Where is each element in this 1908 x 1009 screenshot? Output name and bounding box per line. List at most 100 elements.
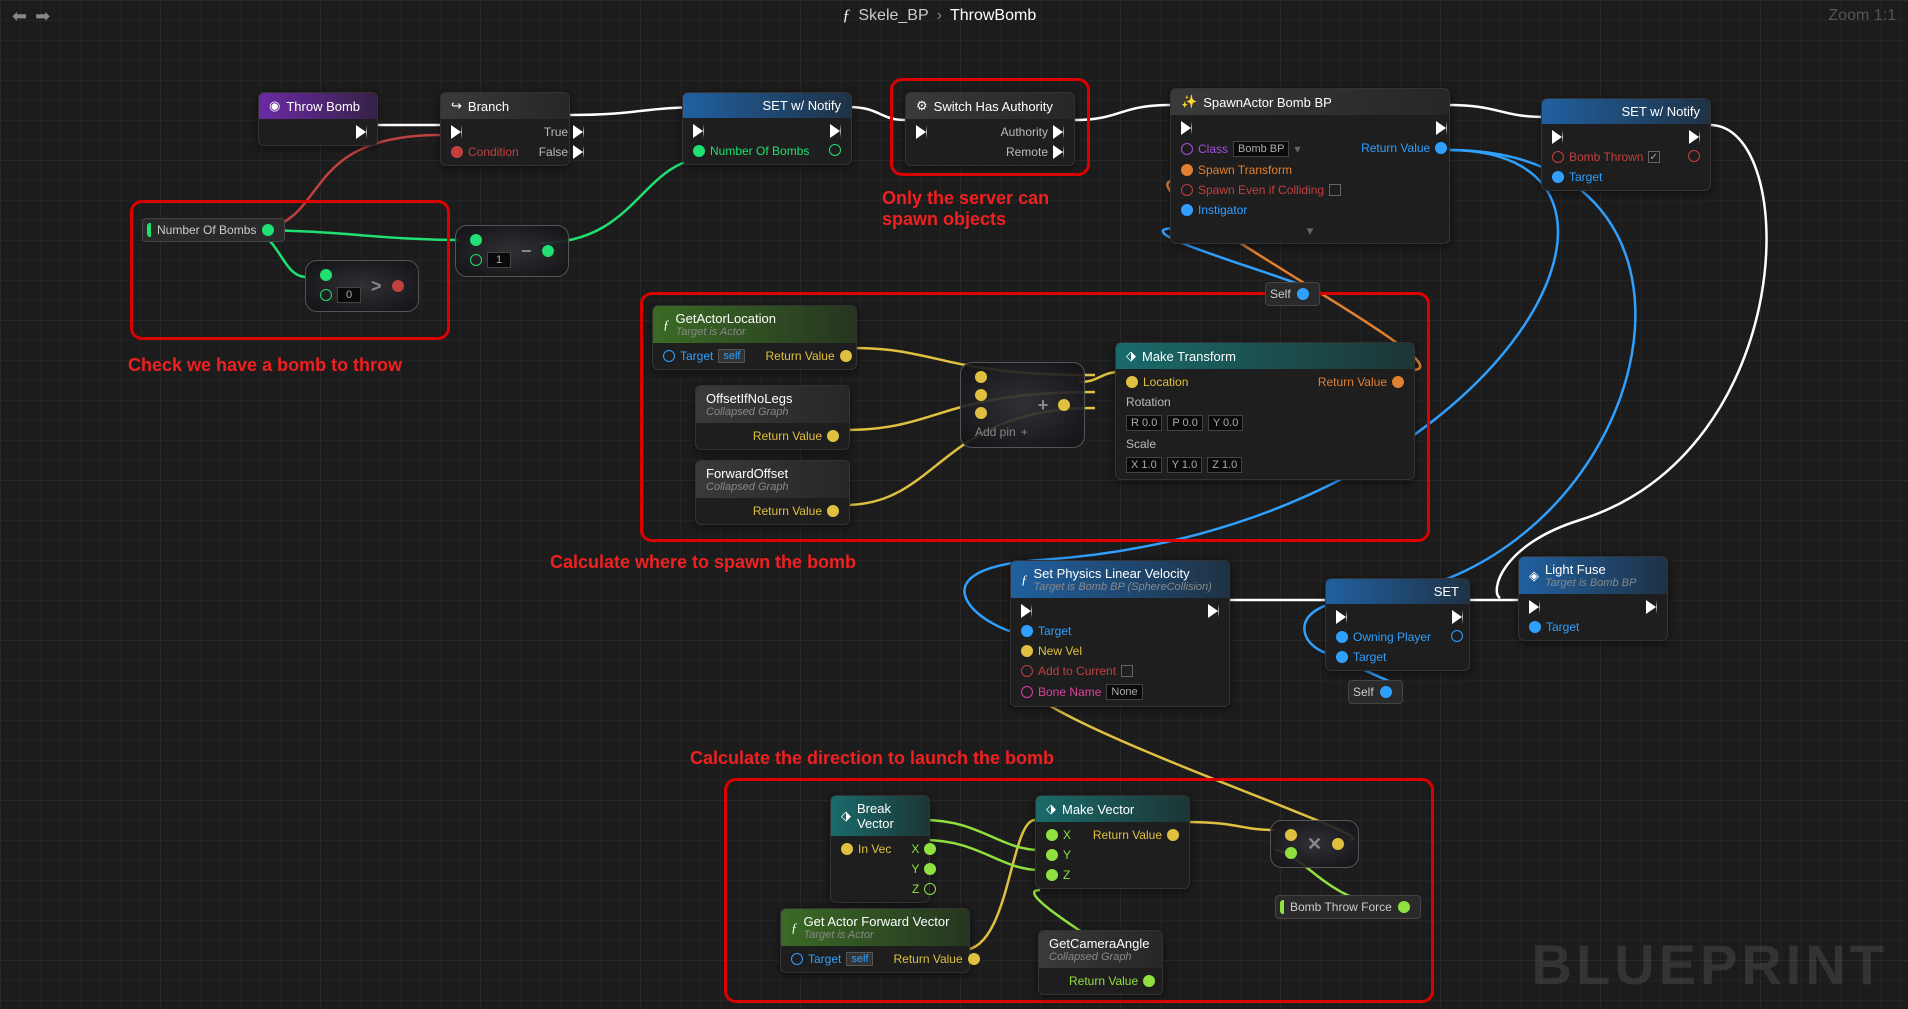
- result-pin[interactable]: [1058, 399, 1070, 411]
- node-spawn-actor[interactable]: ✨SpawnActor Bomb BP ClassBomb BP▾ Spawn …: [1170, 88, 1450, 244]
- location-pin[interactable]: [1126, 376, 1138, 388]
- node-make-transform[interactable]: ⬗Make Transform Location Rotation R 0.0P…: [1115, 342, 1415, 480]
- value-input[interactable]: 0.0: [1223, 417, 1238, 429]
- exec-out-pin[interactable]: [1646, 600, 1657, 614]
- x-pin[interactable]: [924, 843, 936, 855]
- checkbox[interactable]: [1121, 665, 1133, 677]
- node-light-fuse[interactable]: ◈Light FuseTarget is Bomb BP Target: [1518, 556, 1668, 641]
- output-pin[interactable]: [262, 224, 274, 236]
- value-input[interactable]: 1.0: [1141, 459, 1156, 471]
- bool-pin[interactable]: [1552, 151, 1564, 163]
- return-pin[interactable]: [827, 505, 839, 517]
- value-input[interactable]: 0.0: [1183, 417, 1198, 429]
- z-pin[interactable]: [924, 883, 936, 895]
- exec-in-pin[interactable]: [1529, 600, 1540, 614]
- exec-in-pin[interactable]: [1336, 610, 1347, 624]
- node-set-owning-player[interactable]: SET Owning Player Target: [1325, 578, 1470, 671]
- exec-in-pin[interactable]: [1552, 130, 1563, 144]
- addtocurrent-pin[interactable]: [1021, 665, 1033, 677]
- return-pin[interactable]: [968, 953, 980, 965]
- expand-icon[interactable]: ▾: [1171, 223, 1449, 243]
- var-number-of-bombs[interactable]: Number Of Bombs: [142, 218, 285, 242]
- in-pin[interactable]: [975, 371, 987, 383]
- node-get-actor-location[interactable]: ƒGetActorLocationTarget is Actor Targets…: [652, 305, 857, 370]
- exec-out-pin[interactable]: [1436, 121, 1447, 135]
- target-pin[interactable]: [1336, 651, 1348, 663]
- exec-remote-pin[interactable]: [1053, 145, 1064, 159]
- a-pin[interactable]: [320, 269, 332, 281]
- input-pin[interactable]: [693, 145, 705, 157]
- exec-out-pin[interactable]: [356, 125, 367, 139]
- node-multiply[interactable]: ✕: [1270, 820, 1359, 868]
- out-pin[interactable]: [1688, 150, 1700, 162]
- return-pin[interactable]: [1167, 829, 1179, 841]
- exec-out-pin[interactable]: [1208, 604, 1219, 618]
- value-input[interactable]: None: [1106, 684, 1142, 700]
- invec-pin[interactable]: [841, 843, 853, 855]
- a-pin[interactable]: [470, 234, 482, 246]
- exec-in-pin[interactable]: [693, 124, 704, 138]
- node-offset-if-no-legs[interactable]: OffsetIfNoLegsCollapsed Graph Return Val…: [695, 385, 850, 450]
- colliding-pin[interactable]: [1181, 184, 1193, 196]
- node-add-vectors[interactable]: Add pin + +: [960, 362, 1085, 448]
- owningplayer-pin[interactable]: [1336, 631, 1348, 643]
- var-bomb-throw-force[interactable]: Bomb Throw Force: [1275, 895, 1421, 919]
- target-pin[interactable]: [1021, 625, 1033, 637]
- node-get-camera-angle[interactable]: GetCameraAngleCollapsed Graph Return Val…: [1038, 930, 1163, 995]
- output-pin[interactable]: [1297, 288, 1309, 300]
- b-pin[interactable]: [1285, 847, 1297, 859]
- in-pin[interactable]: [975, 389, 987, 401]
- y-pin[interactable]: [924, 863, 936, 875]
- self-ref[interactable]: self: [718, 349, 745, 363]
- node-switch-authority[interactable]: ⚙Switch Has Authority Authority Remote: [905, 92, 1075, 166]
- return-pin[interactable]: [840, 350, 852, 362]
- out-pin[interactable]: [1451, 630, 1463, 642]
- result-pin[interactable]: [542, 245, 554, 257]
- value-input[interactable]: 1.0: [1222, 459, 1237, 471]
- output-pin[interactable]: [1380, 686, 1392, 698]
- checkbox[interactable]: [1329, 184, 1341, 196]
- return-pin[interactable]: [1143, 975, 1155, 987]
- node-branch[interactable]: ↪Branch Condition True False: [440, 92, 570, 166]
- class-value[interactable]: Bomb BP: [1233, 141, 1289, 157]
- value-input[interactable]: 1.0: [1182, 459, 1197, 471]
- bonename-pin[interactable]: [1021, 686, 1033, 698]
- transform-pin[interactable]: [1181, 164, 1193, 176]
- checkbox[interactable]: [1648, 151, 1660, 163]
- target-pin[interactable]: [1529, 621, 1541, 633]
- output-pin[interactable]: [1398, 901, 1410, 913]
- target-pin[interactable]: [1552, 171, 1564, 183]
- nav-forward-icon[interactable]: ➡: [35, 6, 50, 27]
- blueprint-canvas[interactable]: ⬅ ➡ ƒ Skele_BP › ThrowBomb Zoom 1:1 ◉Thr…: [0, 0, 1908, 1009]
- value-input[interactable]: 1: [487, 252, 511, 268]
- node-set-bomb-thrown[interactable]: SET w/ Notify Bomb Thrown Target: [1541, 98, 1711, 191]
- return-pin[interactable]: [827, 430, 839, 442]
- breadcrumb-parent[interactable]: Skele_BP: [858, 7, 928, 25]
- exec-in-pin[interactable]: [1181, 121, 1192, 135]
- exec-out-pin[interactable]: [1452, 610, 1463, 624]
- exec-authority-pin[interactable]: [1053, 125, 1064, 139]
- node-forward-offset[interactable]: ForwardOffsetCollapsed Graph Return Valu…: [695, 460, 850, 525]
- output-pin[interactable]: [829, 144, 841, 156]
- node-greater-than[interactable]: 0 >: [305, 260, 419, 312]
- exec-in-pin[interactable]: [451, 125, 462, 139]
- result-pin[interactable]: [392, 280, 404, 292]
- add-pin-label[interactable]: Add pin: [975, 425, 1016, 439]
- exec-in-pin[interactable]: [1021, 604, 1032, 618]
- var-self[interactable]: Self: [1265, 282, 1320, 306]
- exec-out-pin[interactable]: [1689, 130, 1700, 144]
- node-make-vector[interactable]: ⬗Make Vector X Y Z Return Value: [1035, 795, 1190, 889]
- exec-false-pin[interactable]: [573, 145, 584, 159]
- a-pin[interactable]: [1285, 829, 1297, 841]
- return-pin[interactable]: [1392, 376, 1404, 388]
- value-input[interactable]: 0: [337, 287, 361, 303]
- node-subtract[interactable]: 1 −: [455, 225, 569, 277]
- newvel-pin[interactable]: [1021, 645, 1033, 657]
- node-set-num-bombs[interactable]: SET w/ Notify Number Of Bombs: [682, 92, 852, 165]
- b-pin[interactable]: [470, 254, 482, 266]
- value-input[interactable]: 0.0: [1142, 417, 1157, 429]
- y-pin[interactable]: [1046, 849, 1058, 861]
- exec-in-pin[interactable]: [916, 125, 927, 139]
- z-pin[interactable]: [1046, 869, 1058, 881]
- instigator-pin[interactable]: [1181, 204, 1193, 216]
